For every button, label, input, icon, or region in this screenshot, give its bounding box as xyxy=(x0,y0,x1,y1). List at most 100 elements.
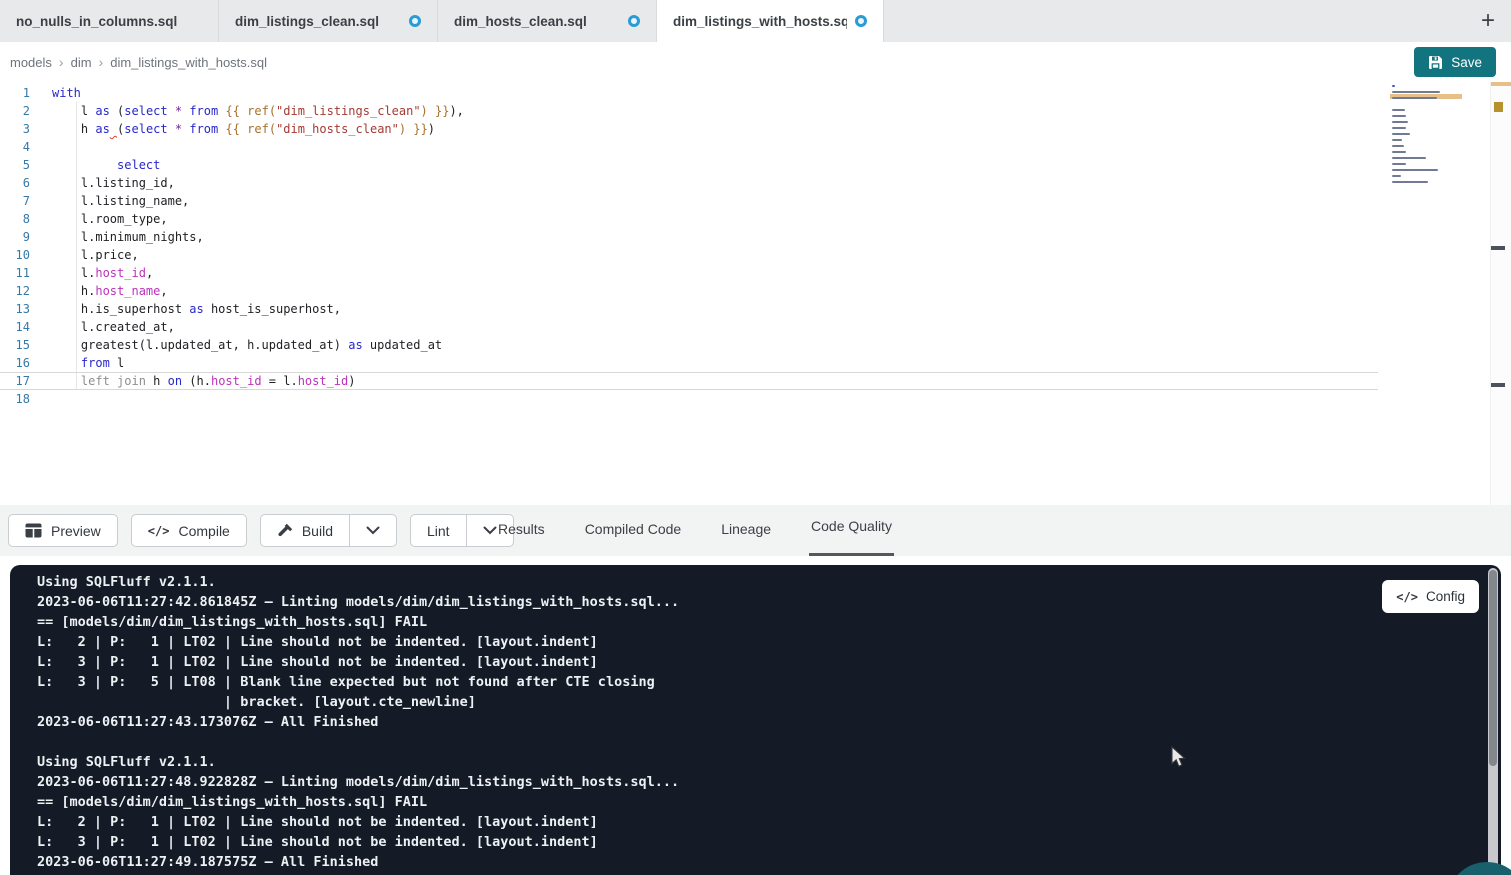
code-line: 3 h as (select * from {{ ref("dim_hosts_… xyxy=(0,120,1378,138)
breadcrumb-separator: › xyxy=(99,54,104,70)
code-line: 18 xyxy=(0,390,1378,408)
code-line: 8 l.room_type, xyxy=(0,210,1378,228)
chevron-down-icon xyxy=(483,526,497,535)
action-bar: Preview </> Compile Build Lint xyxy=(0,505,1511,556)
breadcrumb-models[interactable]: models xyxy=(10,55,52,70)
code-line: 6 l.listing_id, xyxy=(0,174,1378,192)
breadcrumb-dim[interactable]: dim xyxy=(71,55,92,70)
line-number: 7 xyxy=(0,192,30,210)
code-line: 2 l as (select * from {{ ref("dim_listin… xyxy=(0,102,1378,120)
panel-tab-code-quality[interactable]: Code Quality xyxy=(809,505,894,556)
build-label: Build xyxy=(302,523,333,539)
line-number: 12 xyxy=(0,282,30,300)
file-tab[interactable]: dim_listings_with_hosts.sql xyxy=(657,0,884,42)
new-tab-button[interactable]: + xyxy=(1481,9,1495,33)
breadcrumb-file[interactable]: dim_listings_with_hosts.sql xyxy=(110,55,267,70)
code-line: 15 greatest(l.updated_at, h.updated_at) … xyxy=(0,336,1378,354)
save-button-label: Save xyxy=(1451,55,1482,70)
panel-tab-label: Results xyxy=(498,521,545,537)
code-icon: </> xyxy=(148,524,170,538)
code-line: 17 left join h on (h.host_id = l.host_id… xyxy=(0,372,1378,390)
minimap[interactable] xyxy=(1390,83,1462,203)
panel-tab-label: Lineage xyxy=(721,521,771,537)
panel-tab-lineage[interactable]: Lineage xyxy=(719,505,773,556)
compile-button[interactable]: </> Compile xyxy=(131,514,247,547)
line-number: 18 xyxy=(0,390,30,408)
line-number: 14 xyxy=(0,318,30,336)
modified-dot-icon xyxy=(855,15,867,27)
panel-tab-bar: Results Compiled Code Lineage Code Quality xyxy=(496,505,894,556)
file-tab[interactable]: no_nulls_in_columns.sql xyxy=(0,0,219,42)
build-button[interactable]: Build xyxy=(261,515,350,546)
hammer-icon xyxy=(277,523,293,539)
code-editor[interactable]: 1with2 l as (select * from {{ ref("dim_l… xyxy=(0,82,1511,505)
file-tab-bar: no_nulls_in_columns.sql dim_listings_clea… xyxy=(0,0,1511,42)
code-icon: </> xyxy=(1396,590,1418,604)
line-number: 2 xyxy=(0,102,30,120)
editor-overview-ruler[interactable] xyxy=(1490,82,1511,505)
config-button[interactable]: </> Config xyxy=(1382,580,1479,613)
modified-dot-icon xyxy=(409,15,421,27)
line-number: 1 xyxy=(0,84,30,102)
terminal-scrollbar[interactable] xyxy=(1488,568,1498,872)
code-line: 7 l.listing_name, xyxy=(0,192,1378,210)
file-tab-label: dim_listings_with_hosts.sql xyxy=(673,14,847,29)
terminal-panel: Using SQLFluff v2.1.1. 2023-06-06T11:27:… xyxy=(10,565,1501,875)
build-menu-button[interactable] xyxy=(350,515,396,546)
file-tab[interactable]: dim_hosts_clean.sql xyxy=(438,0,657,42)
save-icon xyxy=(1428,55,1443,70)
breadcrumb-bar: models › dim › dim_listings_with_hosts.s… xyxy=(0,42,1511,82)
mouse-cursor xyxy=(1168,746,1188,774)
line-number: 16 xyxy=(0,354,30,372)
line-number: 6 xyxy=(0,174,30,192)
line-number: 3 xyxy=(0,120,30,138)
overview-lint-highlight xyxy=(1491,82,1511,86)
panel-tab-compiled-code[interactable]: Compiled Code xyxy=(583,505,684,556)
file-tab-label: dim_listings_clean.sql xyxy=(235,14,379,29)
file-tab-label: dim_hosts_clean.sql xyxy=(454,14,587,29)
minimap-code xyxy=(1392,85,1462,193)
line-number: 9 xyxy=(0,228,30,246)
table-icon xyxy=(25,523,42,538)
file-tab[interactable]: dim_listings_clean.sql xyxy=(219,0,438,42)
code-line: 12 h.host_name, xyxy=(0,282,1378,300)
modified-dot-icon xyxy=(628,15,640,27)
lint-label: Lint xyxy=(427,523,450,539)
line-number: 4 xyxy=(0,138,30,156)
terminal-scrollbar-thumb[interactable] xyxy=(1489,570,1497,766)
code-line: 9 l.minimum_nights, xyxy=(0,228,1378,246)
line-number: 13 xyxy=(0,300,30,318)
line-number: 5 xyxy=(0,156,30,174)
file-tabs: no_nulls_in_columns.sql dim_listings_clea… xyxy=(0,0,884,42)
panel-tab-results[interactable]: Results xyxy=(496,505,547,556)
preview-button[interactable]: Preview xyxy=(8,514,118,547)
code-line: 11 l.host_id, xyxy=(0,264,1378,282)
preview-label: Preview xyxy=(51,523,101,539)
overview-marker xyxy=(1491,383,1505,387)
code-line: 10 l.price, xyxy=(0,246,1378,264)
line-number: 8 xyxy=(0,210,30,228)
code-line: 16 from l xyxy=(0,354,1378,372)
code-line: 1with xyxy=(0,84,1378,102)
breadcrumb: models › dim › dim_listings_with_hosts.s… xyxy=(10,42,267,82)
code-lines[interactable]: 1with2 l as (select * from {{ ref("dim_l… xyxy=(0,84,1378,408)
panel-tab-label: Compiled Code xyxy=(585,521,682,537)
lint-button[interactable]: Lint xyxy=(411,515,467,546)
save-button[interactable]: Save xyxy=(1414,47,1496,77)
build-split-button: Build xyxy=(260,514,397,547)
line-number: 11 xyxy=(0,264,30,282)
chevron-down-icon xyxy=(366,526,380,535)
file-tab-label: no_nulls_in_columns.sql xyxy=(16,14,177,29)
code-line: 4 xyxy=(0,138,1378,156)
panel-tab-label: Code Quality xyxy=(811,518,892,534)
code-line: 13 h.is_superhost as host_is_superhost, xyxy=(0,300,1378,318)
line-number: 17 xyxy=(0,373,30,389)
breadcrumb-separator: › xyxy=(59,54,64,70)
code-line: 5 select xyxy=(0,156,1378,174)
terminal-output: Using SQLFluff v2.1.1. 2023-06-06T11:27:… xyxy=(37,572,679,872)
line-number: 15 xyxy=(0,336,30,354)
overview-marker xyxy=(1491,246,1505,250)
dbt-ide-app: no_nulls_in_columns.sql dim_listings_clea… xyxy=(0,0,1511,875)
line-number: 10 xyxy=(0,246,30,264)
compile-label: Compile xyxy=(178,523,229,539)
